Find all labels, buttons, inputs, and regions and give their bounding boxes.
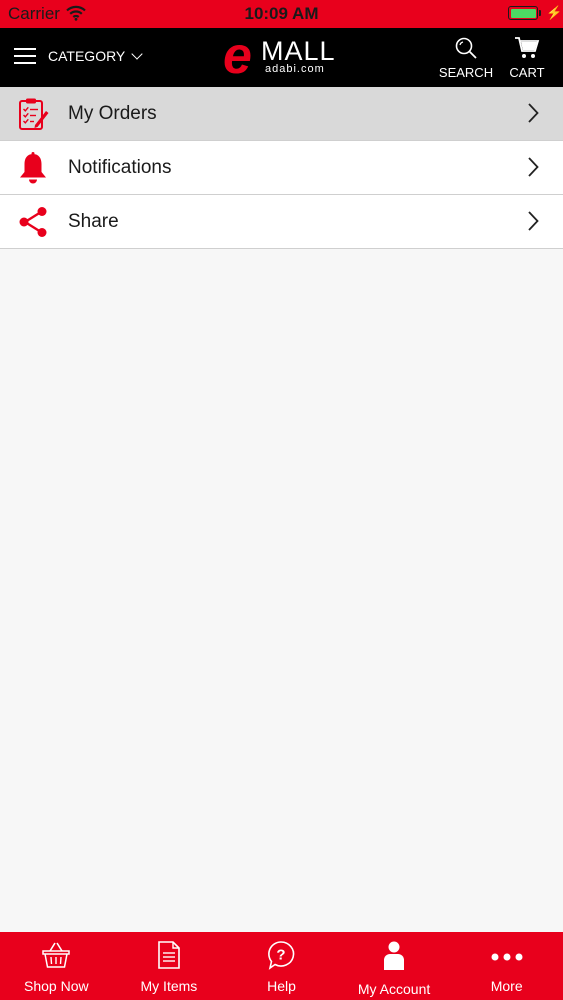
logo-text: MALL (261, 36, 336, 66)
menu-item-label: Share (68, 211, 119, 232)
hamburger-menu-icon[interactable] (12, 44, 38, 68)
carrier-label: Carrier (8, 4, 60, 23)
tab-label: My Account (357, 981, 431, 997)
more-dots-icon (490, 940, 524, 975)
logo-mark: e (223, 27, 252, 85)
menu-item-label: My Orders (68, 103, 157, 124)
menu-item-notifications[interactable]: Notifications (0, 141, 563, 195)
chevron-right-icon (527, 211, 539, 231)
tab-label: More (490, 978, 523, 994)
help-bubble-icon: ? (266, 940, 296, 975)
document-icon (154, 940, 184, 975)
share-icon (16, 205, 50, 239)
battery-icon (508, 6, 538, 20)
tab-label: Help (267, 978, 296, 994)
tab-help[interactable]: ? Help (225, 932, 338, 1000)
menu-item-label: Notifications (68, 157, 172, 178)
chevron-down-icon (131, 47, 143, 60)
bottom-tab-bar: Shop Now My Items ? Help My Account More (0, 932, 563, 1000)
tab-label: My Items (140, 978, 198, 994)
status-bar: Carrier 10:09 AM ⚡ (0, 0, 563, 28)
search-button[interactable]: SEARCH (434, 36, 498, 80)
chevron-right-icon (527, 103, 539, 123)
basket-icon (41, 940, 71, 975)
svg-text:?: ? (277, 947, 286, 964)
battery-tip (539, 10, 541, 16)
tab-shop-now[interactable]: Shop Now (0, 932, 113, 1000)
category-label: CATEGORY (48, 48, 126, 64)
person-icon (379, 940, 409, 977)
app-header: CATEGORY e MALL adabi.com SEARCH CART (0, 28, 563, 87)
battery-fill (510, 8, 536, 18)
tab-my-items[interactable]: My Items (113, 932, 226, 1000)
logo-subtext: adabi.com (265, 63, 325, 75)
tab-label: Shop Now (24, 978, 89, 994)
bell-icon (16, 151, 50, 185)
account-menu-list: My Orders Notifications Share (0, 87, 563, 249)
clipboard-checklist-icon (16, 97, 50, 131)
cart-button[interactable]: CART (502, 36, 552, 80)
menu-item-my-orders[interactable]: My Orders (0, 87, 563, 141)
menu-item-share[interactable]: Share (0, 195, 563, 249)
search-icon (454, 37, 478, 63)
chevron-right-icon (527, 157, 539, 177)
tab-my-account[interactable]: My Account (338, 932, 451, 1000)
tab-more[interactable]: More (450, 932, 563, 1000)
emall-logo[interactable]: e MALL adabi.com (223, 30, 343, 82)
cart-label: CART (509, 65, 545, 80)
category-dropdown[interactable]: CATEGORY (48, 47, 143, 64)
charging-bolt-icon: ⚡ (546, 5, 563, 20)
cart-icon (514, 37, 540, 63)
search-label: SEARCH (438, 65, 494, 80)
wifi-icon (66, 5, 86, 26)
